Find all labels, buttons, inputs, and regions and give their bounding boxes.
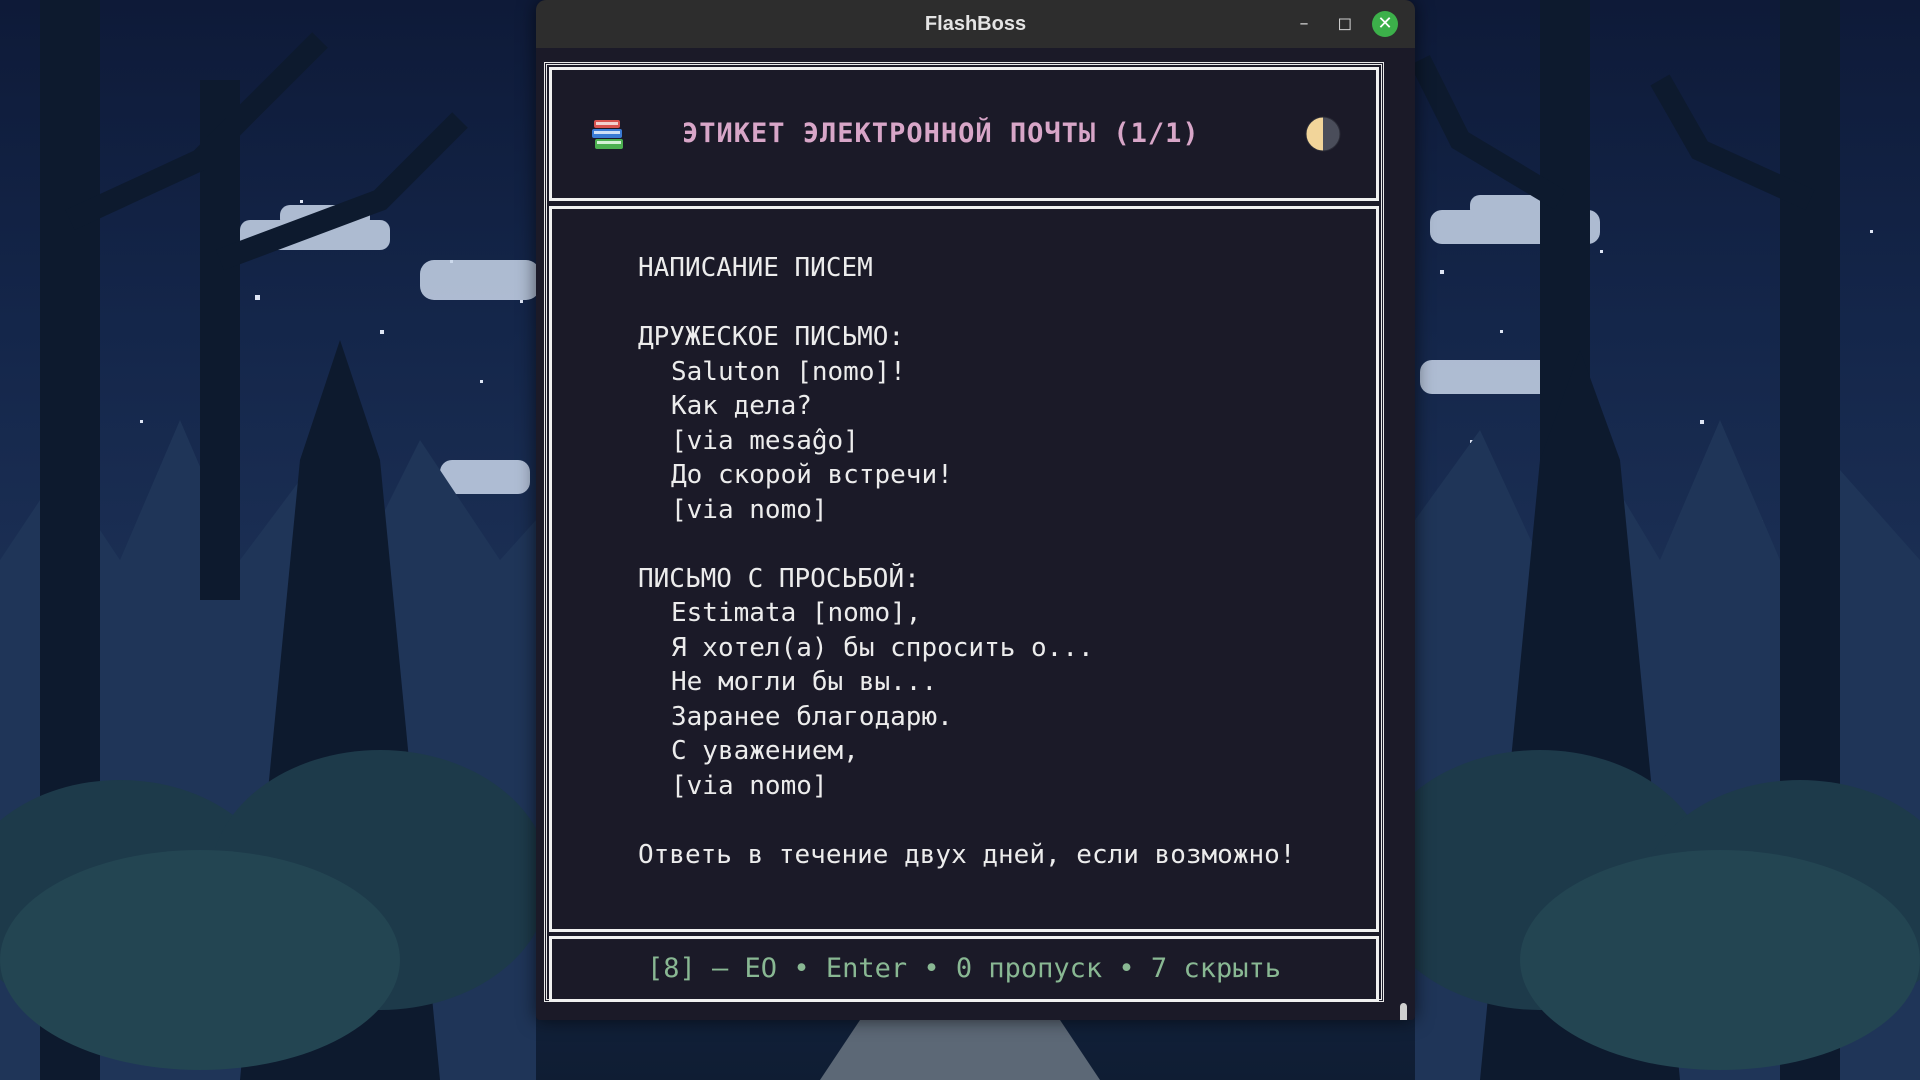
card-line: До скорой встречи! [671, 460, 953, 490]
minimize-button[interactable]: – [1292, 12, 1316, 36]
flashcard-body: НАПИСАНИЕ ПИСЕМ ДРУЖЕСКОЕ ПИСЬМО: Saluton … [549, 206, 1379, 932]
scrollbar-thumb[interactable] [1400, 1003, 1407, 1020]
card-line: Ответь в течение двух дней, если возможн… [638, 839, 1296, 870]
card-line: [via nomo] [671, 770, 828, 801]
card-line: [via mesaĝo] [671, 425, 859, 456]
card-line: Saluton [nomo]! [671, 356, 906, 387]
card-line: Я хотел(а) бы спросить о... [671, 632, 1094, 663]
key-hints: [8] — EO • Enter • 0 пропуск • 7 скрыть [647, 953, 1281, 984]
deck-title: ЭТИКЕТ ЭЛЕКТРОННОЙ ПОЧТЫ (1/1) [682, 118, 1200, 149]
terminal-area[interactable]: ЭТИКЕТ ЭЛЕКТРОННОЙ ПОЧТЫ (1/1) НАПИСАНИЕ… [536, 48, 1415, 1020]
card-line [638, 527, 1295, 562]
card-line: С уважением, [671, 736, 859, 766]
card-header: ЭТИКЕТ ЭЛЕКТРОННОЙ ПОЧТЫ (1/1) [549, 67, 1379, 201]
card-line: Заранее благодарю. [671, 701, 953, 732]
app-window: FlashBoss – ◻ ✕ ЭТИКЕТ ЭЛЕКТРОННОЙ ПОЧТЫ… [536, 0, 1415, 1020]
moon-icon[interactable] [1305, 116, 1341, 152]
window-titlebar[interactable]: FlashBoss – ◻ ✕ [536, 0, 1415, 48]
close-button[interactable]: ✕ [1372, 11, 1398, 37]
stone-path [820, 1020, 1100, 1080]
window-title: FlashBoss [924, 13, 1027, 35]
card-line: ПИСЬМО С ПРОСЬБОЙ: [638, 563, 920, 594]
key-hints-bar: [8] — EO • Enter • 0 пропуск • 7 скрыть [549, 936, 1379, 1002]
card-line: Не могли бы вы... [671, 667, 938, 697]
maximize-button[interactable]: ◻ [1333, 12, 1357, 36]
card-line [638, 286, 1295, 321]
card-line: Как дела? [671, 391, 812, 421]
card-line [638, 803, 1295, 838]
card-line: ДРУЖЕСКОЕ ПИСЬМО: [638, 322, 905, 352]
card-line: Estimata [nomo], [671, 598, 922, 628]
card-line: НАПИСАНИЕ ПИСЕМ [638, 253, 873, 283]
flashcard-text: НАПИСАНИЕ ПИСЕМ ДРУЖЕСКОЕ ПИСЬМО: Saluton … [638, 251, 1295, 872]
books-icon [592, 120, 623, 149]
card-line: [via nomo] [671, 494, 828, 525]
